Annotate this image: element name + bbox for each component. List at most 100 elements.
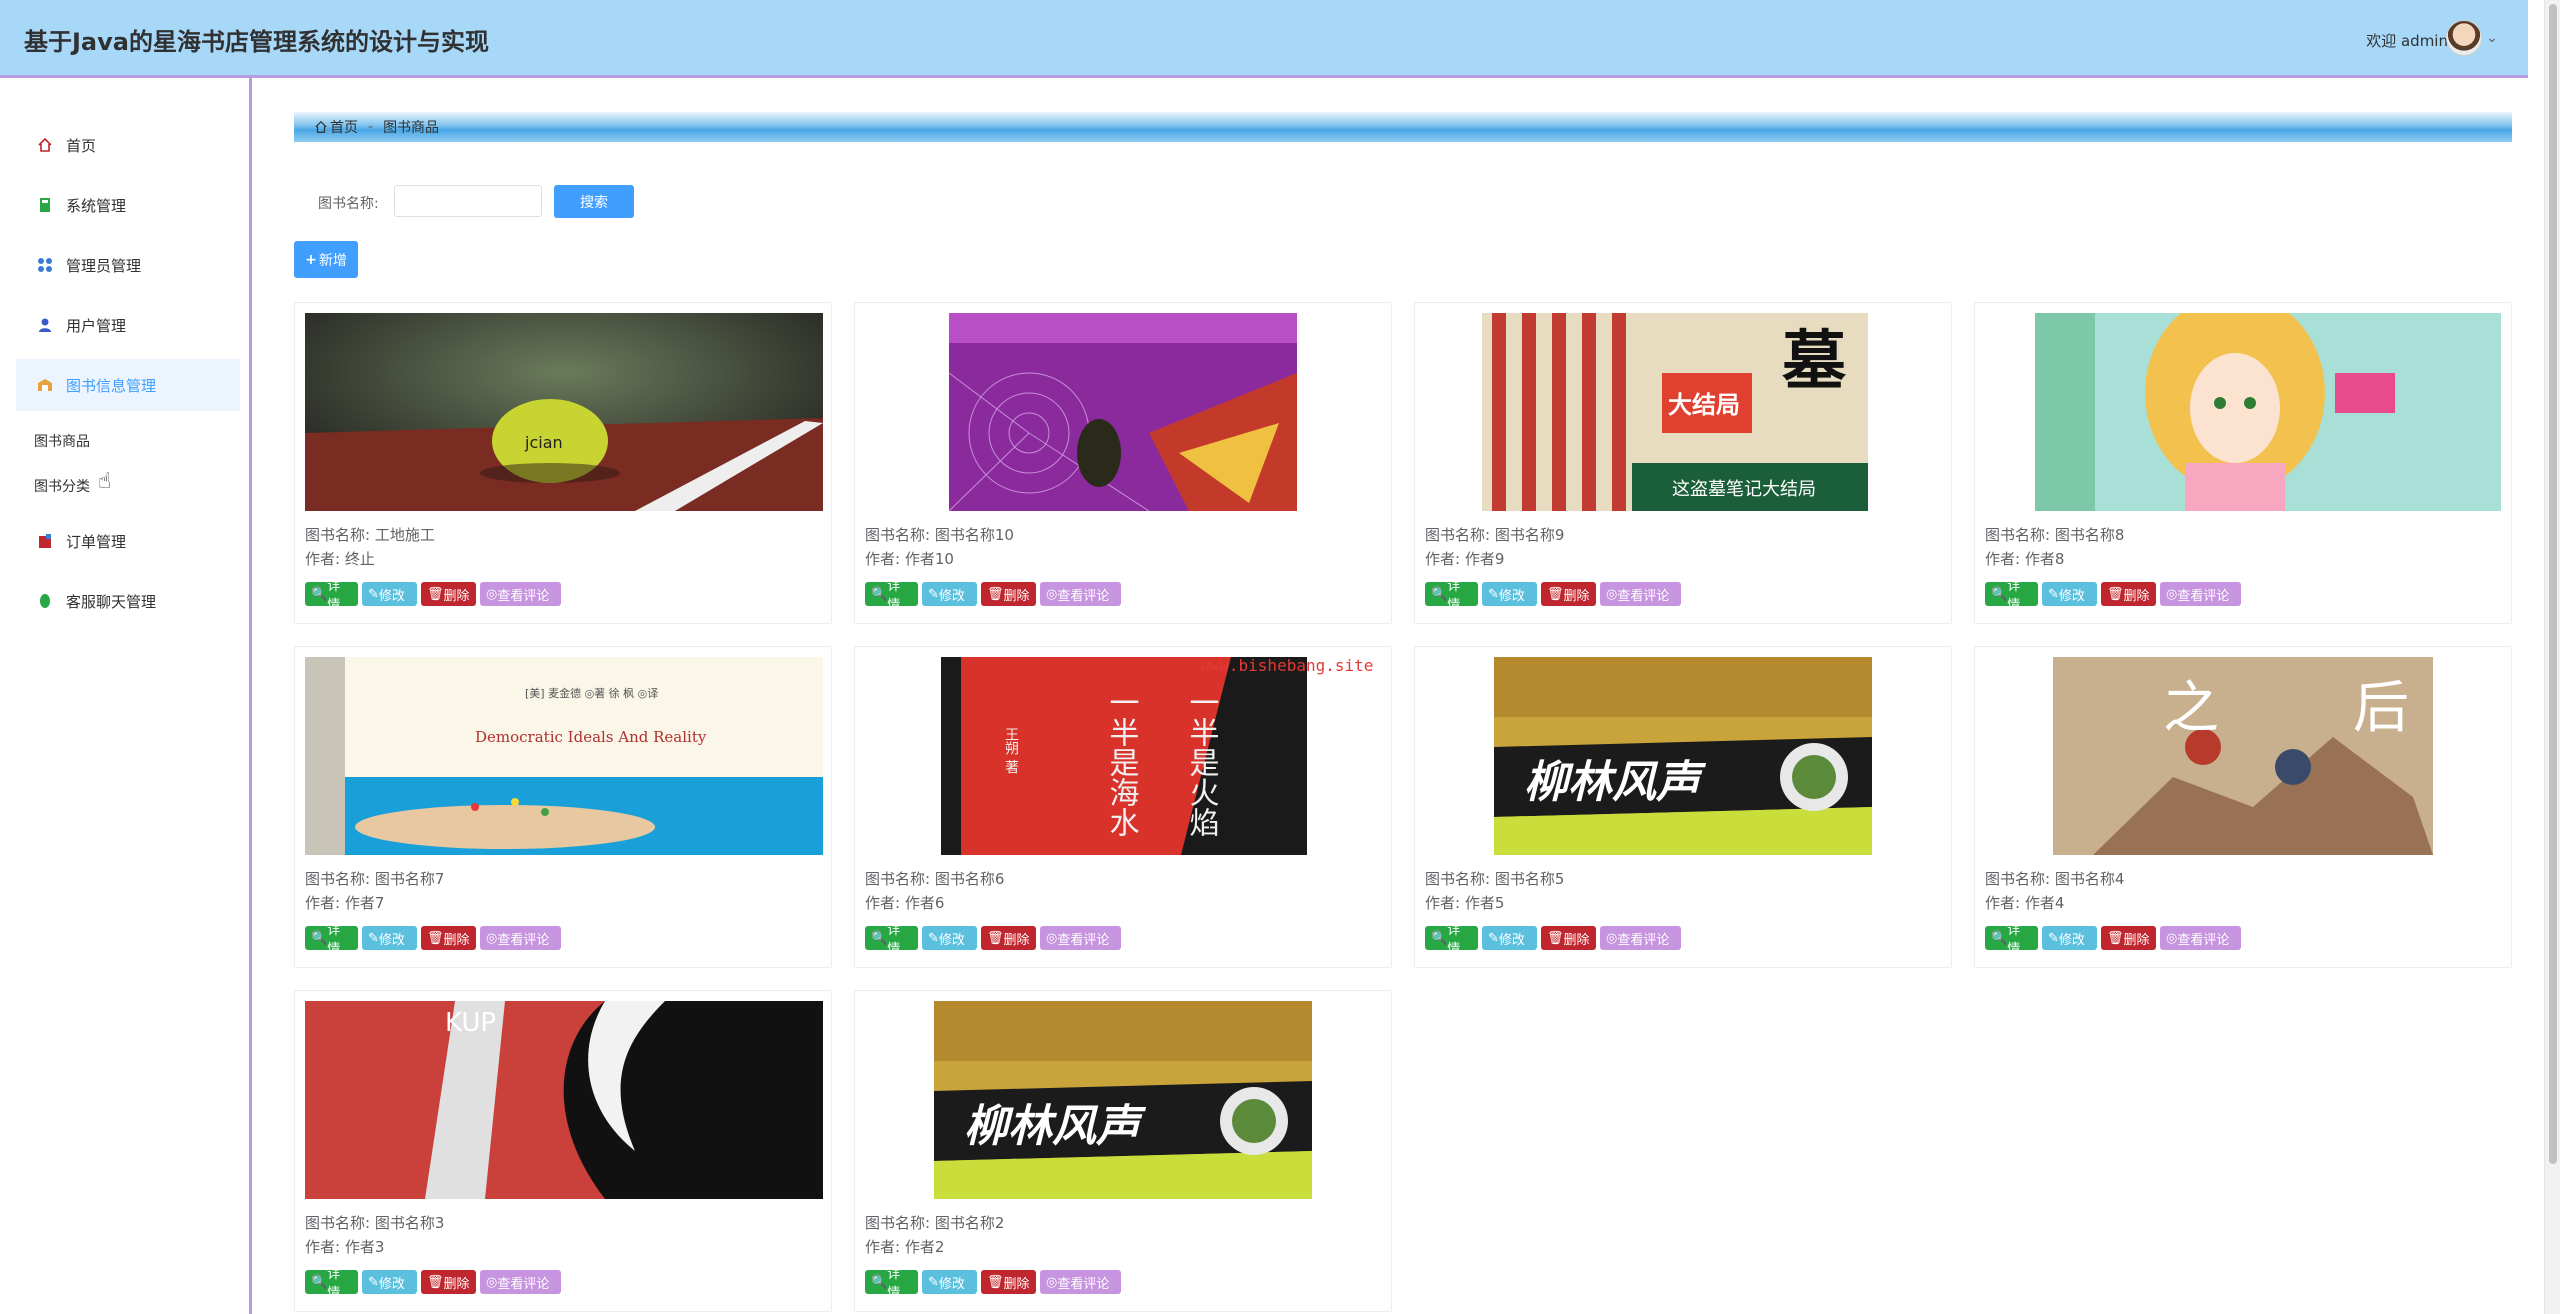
- pencil-icon: ✎: [2048, 930, 2059, 946]
- detail-button[interactable]: 🔍 详情: [305, 923, 358, 957]
- book-name: 图书名称: 图书名称9: [1425, 524, 1564, 545]
- book-name-label: 图书名称:: [305, 526, 371, 544]
- sidebar-item-system[interactable]: 系统管理: [16, 179, 240, 231]
- search-icon: 🔍: [311, 1274, 328, 1290]
- delete-button[interactable]: 🗑 删除: [2101, 926, 2156, 950]
- detail-button[interactable]: 🔍 详情: [1985, 923, 2038, 957]
- search-icon: 🔍: [1431, 586, 1448, 602]
- sidebar-item-orders[interactable]: 订单管理: [16, 515, 240, 567]
- book-cover[interactable]: 之 后: [2053, 657, 2433, 855]
- edit-button[interactable]: ✎ 修改: [362, 926, 417, 950]
- edit-button[interactable]: ✎ 修改: [362, 582, 417, 606]
- detail-button[interactable]: 🔍 详情: [305, 1267, 358, 1301]
- book-author: 作者: 作者8: [1985, 548, 2064, 569]
- delete-button[interactable]: 🗑 删除: [1541, 926, 1596, 950]
- chat-icon: [36, 592, 54, 610]
- book-cover[interactable]: 柳林风声: [934, 1001, 1312, 1199]
- sidebar-item-admins[interactable]: 管理员管理: [16, 239, 240, 291]
- delete-button[interactable]: 🗑 删除: [2101, 582, 2156, 606]
- delete-button[interactable]: 🗑 删除: [421, 926, 476, 950]
- edit-button[interactable]: ✎ 修改: [2042, 926, 2097, 950]
- review-button[interactable]: ◎ 查看评论: [480, 926, 561, 950]
- detail-button-label: 详情: [887, 1267, 901, 1301]
- comment-icon: ◎: [1046, 930, 1058, 946]
- edit-button[interactable]: ✎ 修改: [1482, 926, 1537, 950]
- review-button[interactable]: ◎ 查看评论: [1600, 582, 1681, 606]
- review-button[interactable]: ◎ 查看评论: [2160, 582, 2241, 606]
- scrollbar-thumb[interactable]: [2549, 4, 2557, 1164]
- book-cover[interactable]: 一半是火焰 一半是海水 王朔 著: [941, 657, 1307, 855]
- trash-icon: 🗑: [427, 1274, 444, 1290]
- edit-button[interactable]: ✎ 修改: [922, 926, 977, 950]
- detail-button[interactable]: 🔍 详情: [1985, 579, 2038, 613]
- delete-button[interactable]: 🗑 删除: [981, 582, 1036, 606]
- review-button-label: 查看评论: [1057, 932, 1110, 948]
- edit-button[interactable]: ✎ 修改: [1482, 582, 1537, 606]
- edit-button[interactable]: ✎ 修改: [2042, 582, 2097, 606]
- edit-button[interactable]: ✎ 修改: [922, 582, 977, 606]
- book-cover[interactable]: 柳林风声: [1494, 657, 1872, 855]
- avatar[interactable]: [2446, 20, 2482, 56]
- sidebar-item-home[interactable]: 首页: [16, 119, 240, 171]
- edit-button-label: 修改: [378, 588, 405, 604]
- book-cover[interactable]: [949, 313, 1297, 511]
- book-author: 作者: 作者5: [1425, 892, 1504, 913]
- review-button[interactable]: ◎ 查看评论: [480, 582, 561, 606]
- delete-button-label: 删除: [2123, 588, 2150, 604]
- review-button[interactable]: ◎ 查看评论: [1040, 926, 1121, 950]
- sidebar-item-users[interactable]: 用户管理: [16, 299, 240, 351]
- search-icon: 🔍: [871, 930, 888, 946]
- scrollbar[interactable]: [2544, 0, 2560, 1314]
- delete-button[interactable]: 🗑 删除: [981, 1270, 1036, 1294]
- pencil-icon: ✎: [368, 1274, 379, 1290]
- search-label: 图书名称:: [318, 196, 379, 212]
- edit-button[interactable]: ✎ 修改: [922, 1270, 977, 1294]
- edit-button-label: 修改: [378, 932, 405, 948]
- delete-button[interactable]: 🗑 删除: [1541, 582, 1596, 606]
- book-card: 柳林风声 图书名称: 图书名称5 作者: 作者5 🔍 详情 ✎ 修改 🗑 删除 ◎ 查看…: [1414, 646, 1952, 968]
- book-cover[interactable]: jcian: [305, 313, 823, 511]
- mouse-cursor-icon: ☝: [98, 469, 112, 494]
- detail-button[interactable]: 🔍 详情: [1425, 923, 1478, 957]
- book-name-value: 图书名称6: [934, 870, 1005, 888]
- detail-button[interactable]: 🔍 详情: [865, 1267, 918, 1301]
- pencil-icon: ✎: [368, 586, 379, 602]
- review-button[interactable]: ◎ 查看评论: [1040, 1270, 1121, 1294]
- author-label: 作者:: [305, 550, 341, 568]
- detail-button[interactable]: 🔍 详情: [865, 579, 918, 613]
- detail-button[interactable]: 🔍 详情: [305, 579, 358, 613]
- book-cover[interactable]: [美] 麦金德 ◎著 徐 枫 ◎译 Democratic Ideals And …: [305, 657, 823, 855]
- book-author: 作者: 终止: [305, 548, 375, 569]
- author-value: 作者9: [1464, 550, 1505, 568]
- book-cover[interactable]: 大结局 墓 这盗墓笔记大结局: [1482, 313, 1868, 511]
- book-name-value: 图书名称10: [934, 526, 1014, 544]
- search-button[interactable]: 搜索: [554, 185, 634, 218]
- book-cover[interactable]: KUP: [305, 1001, 823, 1199]
- detail-button[interactable]: 🔍 详情: [865, 923, 918, 957]
- review-button[interactable]: ◎ 查看评论: [1040, 582, 1121, 606]
- sidebar-subitem-products[interactable]: 图书商品: [34, 431, 90, 451]
- search-input[interactable]: [394, 185, 542, 217]
- author-value: 终止: [344, 550, 375, 568]
- review-button[interactable]: ◎ 查看评论: [2160, 926, 2241, 950]
- delete-button[interactable]: 🗑 删除: [981, 926, 1036, 950]
- book-cover[interactable]: [2035, 313, 2501, 511]
- sidebar-item-chat[interactable]: 客服聊天管理: [16, 575, 240, 627]
- chevron-down-icon[interactable]: ⌄: [2486, 30, 2498, 46]
- cover-text: 这盗墓笔记大结局: [1672, 479, 1816, 500]
- review-button-label: 查看评论: [1057, 1276, 1110, 1292]
- add-button[interactable]: + 新增: [294, 241, 358, 278]
- detail-button[interactable]: 🔍 详情: [1425, 579, 1478, 613]
- breadcrumb-home[interactable]: 首页: [330, 117, 358, 137]
- review-button[interactable]: ◎ 查看评论: [480, 1270, 561, 1294]
- review-button-label: 查看评论: [497, 932, 550, 948]
- review-button-label: 查看评论: [497, 1276, 550, 1292]
- delete-button-label: 删除: [1563, 588, 1590, 604]
- sidebar-subitem-categories[interactable]: 图书分类: [34, 476, 90, 496]
- edit-button[interactable]: ✎ 修改: [362, 1270, 417, 1294]
- sidebar-item-books[interactable]: 图书信息管理: [16, 359, 240, 411]
- delete-button[interactable]: 🗑 删除: [421, 1270, 476, 1294]
- card-actions: 🔍 详情 ✎ 修改 🗑 删除 ◎ 查看评论: [305, 579, 561, 613]
- review-button[interactable]: ◎ 查看评论: [1600, 926, 1681, 950]
- delete-button[interactable]: 🗑 删除: [421, 582, 476, 606]
